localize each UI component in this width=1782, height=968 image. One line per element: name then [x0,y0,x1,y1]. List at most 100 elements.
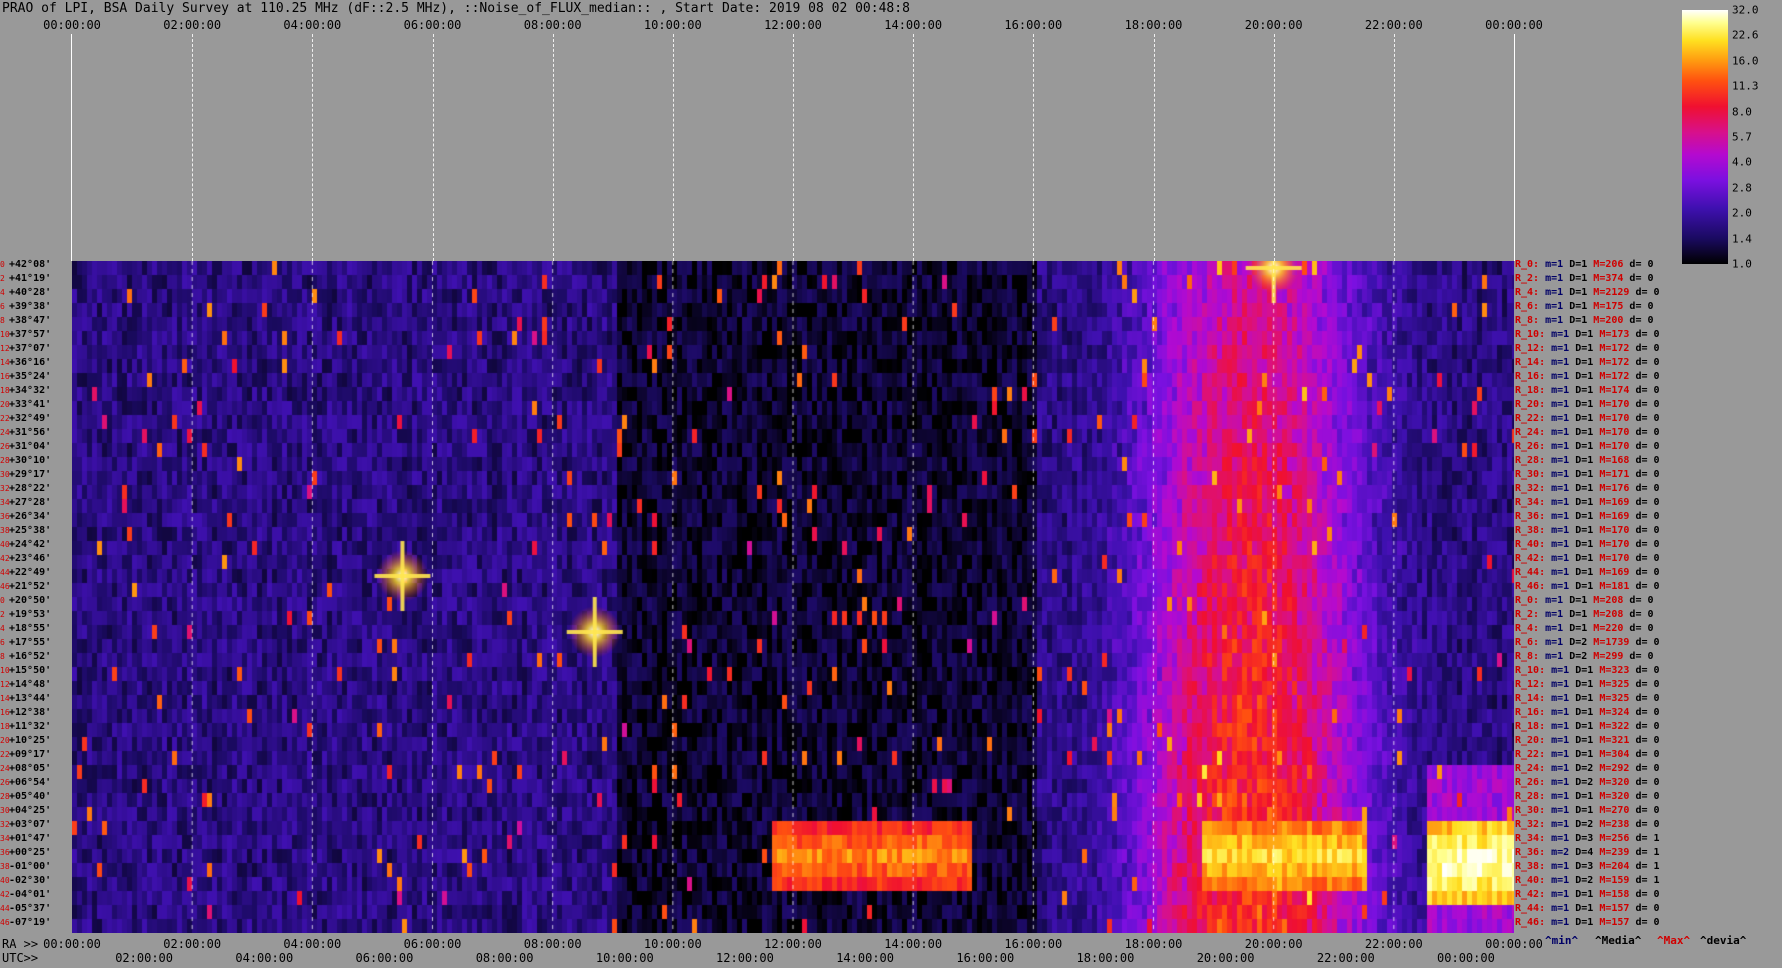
stat-min: m=1 [1545,777,1570,788]
stat-row: R_34: m=1 D=1 M=169 d= 0 [1515,497,1660,511]
stat-row: R_24: m=1 D=2 M=292 d= 0 [1515,763,1660,777]
row-index: 46 [0,582,10,591]
ra-tick-label: 04:00:00 [283,937,342,951]
stat-row: R_2: m=1 D=1 M=208 d= 0 [1515,609,1654,623]
stat-min: m=1 [1545,357,1570,368]
stat-devia: d= 0 [1629,763,1660,774]
stat-row: R_42: m=1 D=1 M=158 d= 0 [1515,889,1660,903]
stat-max: M=321 [1593,735,1630,746]
stat-devia: d= 0 [1629,441,1660,452]
declination-label: 32+28°22' [0,483,51,497]
stat-max: M=170 [1593,427,1630,438]
declination-label: 32+03°07' [0,819,51,833]
stat-row-id: R_46: [1515,917,1546,928]
stat-row-id: R_4: [1515,623,1540,634]
stat-row-id: R_44: [1515,903,1546,914]
declination-label: 14+13°44' [0,693,51,707]
stat-median: D=1 [1569,497,1594,508]
declination-label: 16+35°24' [0,371,51,385]
declination-value: +13°44' [9,693,52,704]
declination-label: 0 +42°08' [0,259,51,273]
stat-row-id: R_16: [1515,371,1546,382]
stat-devia: d= 0 [1629,819,1660,830]
row-index: 4 [0,288,5,297]
stat-row: R_16: m=1 D=1 M=324 d= 0 [1515,707,1660,721]
stat-max: M=238 [1593,819,1630,830]
declination-label: 20+10°25' [0,735,51,749]
top-tick-label: 02:00:00 [163,18,222,32]
stat-max: M=169 [1593,567,1630,578]
declination-label: 38-01°00' [0,861,51,875]
stat-devia: d= 0 [1629,889,1660,900]
declination-label: 46+21°52' [0,581,51,595]
top-tick-label: 12:00:00 [764,18,822,32]
top-tick-label: 04:00:00 [283,18,342,32]
row-index: 24 [0,764,10,773]
declination-label: 40+24°42' [0,539,51,553]
top-tick-label: 16:00:00 [1004,18,1063,32]
stat-row: R_36: m=2 D=4 M=239 d= 1 [1515,847,1660,861]
stat-row-id: R_42: [1515,553,1546,564]
stat-max: M=204 [1593,861,1630,872]
stat-row: R_42: m=1 D=1 M=170 d= 0 [1515,553,1660,567]
stat-min: m=1 [1539,273,1564,284]
stat-row-id: R_38: [1515,861,1546,872]
stat-devia: d= 1 [1629,861,1660,872]
declination-label: 22+32°49' [0,413,51,427]
declination-value: +24°42' [9,539,52,550]
declination-value: +03°07' [9,819,52,830]
stat-median: D=1 [1563,315,1588,326]
row-index: 10 [0,666,10,675]
declination-value: +12°38' [9,707,52,718]
row-index: 4 [0,624,5,633]
stat-devia: d= 0 [1629,483,1660,494]
colorbar-tick-label: 1.0 [1732,257,1752,271]
declination-value: +16°52' [9,651,52,662]
stat-row-id: R_34: [1515,497,1546,508]
stat-row-id: R_14: [1515,357,1546,368]
stat-row: R_40: m=1 D=2 M=159 d= 1 [1515,875,1660,889]
declination-label: 24+31°56' [0,427,51,441]
stat-devia: d= 0 [1629,413,1660,424]
stat-devia: d= 0 [1629,511,1660,522]
ra-tick-label: 20:00:00 [1244,937,1303,951]
stat-min: m=1 [1545,707,1570,718]
declination-label: 2 +41°19' [0,273,51,287]
stat-row-id: R_2: [1515,273,1540,284]
stat-median: D=1 [1569,903,1594,914]
stat-max: M=324 [1593,707,1630,718]
stat-median: D=3 [1569,833,1594,844]
declination-value: +18°55' [9,623,52,634]
stat-min: m=1 [1545,539,1570,550]
stat-row: R_44: m=1 D=1 M=157 d= 0 [1515,903,1660,917]
stat-min: m=1 [1545,805,1570,816]
stat-devia: d= 0 [1629,791,1660,802]
declination-value: +17°55' [9,637,52,648]
row-index: 40 [0,540,10,549]
stat-max: M=2129 [1587,287,1630,298]
row-index: 42 [0,554,10,563]
stat-min: m=1 [1539,651,1564,662]
declination-value: +11°32' [9,721,52,732]
ra-tick-label: 06:00:00 [403,937,462,951]
declination-label: 44+22°49' [0,567,51,581]
stat-median: D=1 [1563,623,1588,634]
stat-median: D=1 [1569,539,1594,550]
declination-value: +29°17' [9,469,52,480]
stat-max: M=168 [1593,455,1630,466]
ra-tick-label: 22:00:00 [1364,937,1423,951]
utc-tick-label: 16:00:00 [956,951,1015,965]
row-index: 46 [0,918,10,927]
declination-label: 34+27°28' [0,497,51,511]
declination-label: 42-04°01' [0,889,51,903]
declination-label: 18+34°32' [0,385,51,399]
declination-label: 2 +19°53' [0,609,51,623]
row-index: 20 [0,736,10,745]
stat-row: R_16: m=1 D=1 M=172 d= 0 [1515,371,1660,385]
row-index: 36 [0,512,10,521]
stat-row: R_14: m=1 D=1 M=172 d= 0 [1515,357,1660,371]
declination-value: +25°38' [9,525,52,536]
declination-label: 36+00°25' [0,847,51,861]
declination-value: +36°16' [9,357,52,368]
stat-median: D=3 [1569,861,1594,872]
